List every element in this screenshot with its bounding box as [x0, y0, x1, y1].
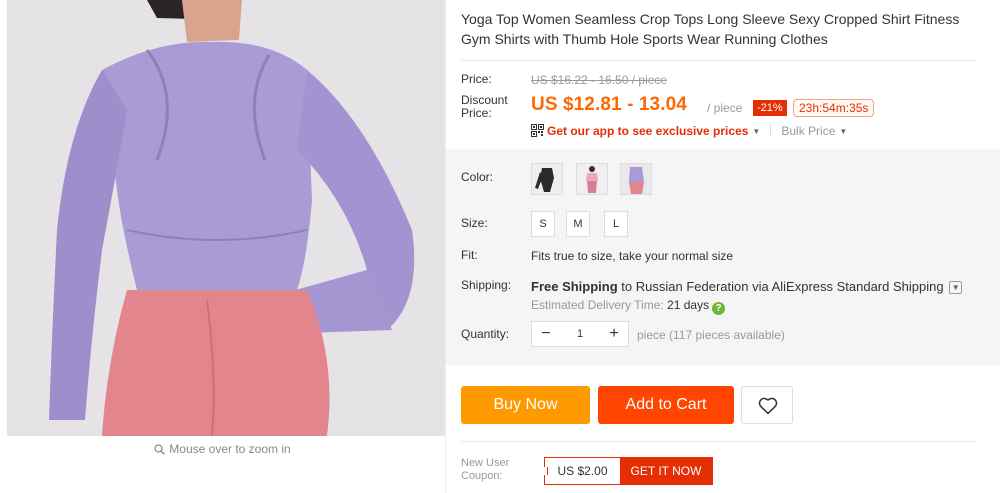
bulk-price-toggle[interactable]: Bulk Price — [781, 124, 835, 138]
divider — [461, 441, 976, 442]
original-price: US $16.22 - 16.50 / piece — [531, 73, 668, 87]
qr-code-icon — [531, 124, 544, 140]
separator — [770, 124, 772, 136]
coupon-label-line2: Coupon: — [461, 470, 503, 482]
fit-text: Fits true to size, take your normal size — [531, 249, 734, 263]
stock-available: piece (117 pieces available) — [637, 328, 785, 342]
product-title: Yoga Top Women Seamless Crop Tops Long S… — [461, 11, 960, 47]
heart-icon — [758, 397, 778, 415]
question-icon[interactable]: ? — [712, 302, 726, 315]
eta-label: Estimated Delivery Time: — [531, 298, 668, 312]
coupon-label-line1: New User — [461, 457, 510, 469]
shipping-method[interactable]: Free Shipping to Russian Federation via … — [531, 279, 963, 294]
zoom-hint: Mouse over to zoom in — [0, 442, 445, 458]
quantity-label: Quantity: — [461, 327, 510, 341]
divider — [461, 60, 976, 61]
color-swatch-black[interactable] — [531, 163, 563, 195]
countdown-badge: 23h:54m:35s — [793, 99, 875, 117]
chevron-down-icon[interactable]: ▼ — [949, 281, 963, 294]
coupon-notch — [541, 467, 548, 475]
delivery-estimate: Estimated Delivery Time: 21 days? — [531, 298, 726, 315]
product-gallery: Mouse over to zoom in — [0, 0, 445, 493]
buy-now-button[interactable]: Buy Now — [461, 386, 590, 424]
shipping-label: Shipping: — [461, 278, 512, 292]
color-swatch-pink[interactable] — [576, 163, 608, 195]
price-unit: / piece — [707, 101, 743, 115]
wishlist-button[interactable] — [741, 386, 793, 424]
product-main-image[interactable] — [7, 0, 445, 436]
discount-price-label-2: Price: — [461, 106, 492, 120]
app-prices-link[interactable]: Get our app to see exclusive prices — [547, 124, 748, 138]
app-promo-row: Get our app to see exclusive prices ▼ Bulk… — [531, 124, 847, 140]
add-to-cart-button[interactable]: Add to Cart — [598, 386, 734, 424]
product-detail-panel: Yoga Top Women Seamless Crop Tops Long S… — [446, 0, 1000, 493]
price-label: Price: — [461, 72, 492, 86]
size-option-l[interactable]: L — [604, 211, 628, 237]
quantity-stepper: − 1 + — [531, 321, 629, 347]
color-swatch-purple[interactable] — [620, 163, 652, 195]
coupon-amount: US $2.00 — [545, 458, 620, 484]
discount-price: US $12.81 - 13.04 — [531, 94, 687, 115]
size-option-s[interactable]: S — [531, 211, 555, 237]
free-shipping-text: Free Shipping — [531, 279, 618, 294]
product-photo-illustration — [7, 0, 445, 436]
discount-badge: -21% — [753, 100, 787, 116]
shipping-destination: to Russian Federation via AliExpress Sta… — [617, 279, 944, 294]
chevron-down-icon: ▼ — [752, 127, 761, 136]
fit-label: Fit: — [461, 248, 478, 262]
size-option-m[interactable]: M — [566, 211, 590, 237]
decrement-button[interactable]: − — [534, 322, 558, 346]
size-label: Size: — [461, 216, 488, 230]
zoom-hint-text: Mouse over to zoom in — [169, 442, 291, 456]
new-user-coupon: US $2.00 GET IT NOW — [541, 457, 713, 485]
color-label: Color: — [461, 170, 494, 184]
coupon-label: New User Coupon: — [461, 457, 509, 483]
magnifier-icon — [154, 444, 166, 458]
eta-value: 21 days — [667, 298, 710, 312]
get-coupon-button[interactable]: GET IT NOW — [620, 458, 712, 484]
quantity-input[interactable]: 1 — [556, 322, 604, 346]
chevron-down-icon: ▼ — [839, 127, 848, 136]
increment-button[interactable]: + — [602, 322, 626, 346]
